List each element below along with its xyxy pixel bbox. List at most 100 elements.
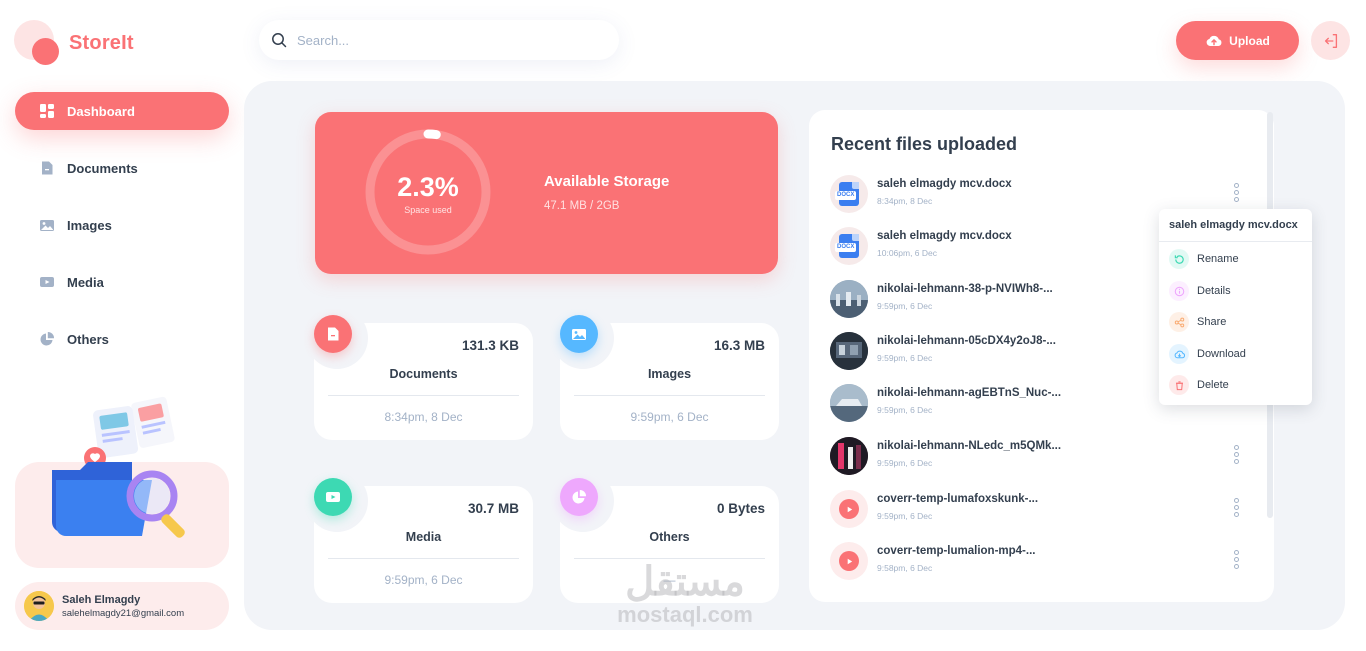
file-date: 9:58pm, 6 Dec — [877, 563, 933, 573]
menu-item-rename[interactable]: Rename — [1169, 247, 1302, 271]
pie-icon — [40, 331, 55, 346]
storage-separator: / — [590, 200, 594, 212]
file-context-menu: saleh elmagdy mcv.docx Rename Details Sh… — [1159, 209, 1312, 405]
storage-percent: 2.3% — [397, 172, 459, 202]
menu-item-download[interactable]: Download — [1169, 342, 1302, 366]
storage-used: 47.1 MB — [544, 200, 587, 212]
video-file-icon — [830, 542, 868, 580]
user-profile[interactable]: Saleh Elmagdy salehelmagdy21@gmail.com — [15, 582, 229, 630]
file-date: 8:34pm, 8 Dec — [877, 196, 933, 206]
card-size: 30.7 MB — [467, 501, 519, 516]
share-icon — [1169, 312, 1189, 332]
file-date: 10:06pm, 6 Dec — [877, 248, 938, 258]
image-thumbnail — [830, 384, 868, 422]
image-thumbnail — [830, 437, 868, 475]
sidebar-item-label: Documents — [67, 160, 138, 176]
storage-title: Available Storage — [544, 173, 670, 190]
summary-card-images[interactable]: 16.3 MB Images 9:59pm, 6 Dec — [552, 307, 779, 440]
logo-text: StoreIt — [69, 31, 134, 54]
file-name: coverr-temp-lumafoxskunk-... — [877, 493, 1039, 505]
search-input[interactable] — [297, 32, 587, 48]
upload-label: Upload — [1229, 33, 1270, 48]
card-date: 9:59pm, 6 Dec — [630, 410, 709, 424]
storage-usage: 47.1 MB / 2GB — [544, 200, 619, 212]
search-bar[interactable] — [259, 20, 619, 60]
video-icon — [40, 277, 54, 287]
file-name: saleh elmagdy mcv.docx — [877, 230, 1012, 242]
documents-icon — [42, 161, 53, 175]
logout-button[interactable] — [1311, 21, 1350, 60]
folder-illustration — [52, 396, 185, 538]
sidebar-item-label: Images — [67, 217, 112, 233]
more-options-icon[interactable] — [1230, 496, 1242, 522]
menu-item-label: Rename — [1197, 253, 1239, 265]
card-date: 9:59pm, 6 Dec — [384, 573, 463, 587]
sidebar-item-label: Media — [67, 274, 104, 290]
pie-icon — [560, 478, 598, 516]
list-item[interactable]: nikolai-lehmann-NLedc_m5QMk... 9:59pm, 6… — [830, 437, 1250, 477]
logo-mark-icon — [14, 20, 60, 66]
summary-card-documents[interactable]: 131.3 KB Documents 8:34pm, 8 Dec — [306, 307, 533, 440]
user-email: salehelmagdy21@gmail.com — [62, 607, 185, 619]
cloud-upload-icon — [1206, 35, 1222, 46]
storage-total: 2GB — [596, 200, 620, 212]
menu-item-label: Delete — [1197, 379, 1229, 391]
watermark-arabic: مستقل — [625, 560, 745, 604]
menu-item-label: Details — [1197, 285, 1231, 297]
menu-item-delete[interactable]: Delete — [1169, 373, 1302, 397]
file-name: saleh elmagdy mcv.docx — [877, 178, 1012, 190]
sidebar-item-media[interactable]: Media — [15, 263, 229, 301]
sidebar-item-label: Dashboard — [67, 103, 135, 119]
menu-item-share[interactable]: Share — [1169, 310, 1302, 334]
sidebar-item-label: Others — [67, 331, 109, 347]
file-icon — [314, 315, 352, 353]
context-menu-title: saleh elmagdy mcv.docx — [1169, 219, 1298, 231]
storage-card: 2.3% Space used Available Storage 47.1 M… — [315, 112, 778, 274]
file-date: 9:59pm, 6 Dec — [877, 301, 933, 311]
file-date: 9:59pm, 6 Dec — [877, 353, 933, 363]
file-date: 9:59pm, 6 Dec — [877, 405, 933, 415]
file-date: 9:59pm, 6 Dec — [877, 458, 933, 468]
list-item[interactable]: coverr-temp-lumafoxskunk-... 9:59pm, 6 D… — [830, 490, 1250, 530]
dashboard-icon — [40, 104, 54, 118]
file-date: 9:59pm, 6 Dec — [877, 511, 933, 521]
info-icon — [1169, 281, 1189, 301]
file-name: nikolai-lehmann-38-p-NVIWh8-... — [877, 283, 1053, 295]
file-name: nikolai-lehmann-NLedc_m5QMk... — [877, 440, 1062, 452]
video-file-icon — [830, 490, 868, 528]
image-icon — [560, 315, 598, 353]
menu-item-details[interactable]: Details — [1169, 279, 1302, 303]
sidebar-item-dashboard[interactable]: Dashboard — [15, 92, 229, 130]
card-title: Others — [649, 530, 690, 544]
user-name: Saleh Elmagdy — [62, 593, 141, 606]
logo[interactable]: StoreIt — [14, 20, 174, 66]
sidebar-item-others[interactable]: Others — [15, 320, 229, 358]
file-name: nikolai-lehmann-agEBTnS_Nuc-... — [877, 387, 1062, 399]
storage-caption: Space used — [404, 205, 452, 215]
rename-icon — [1169, 249, 1189, 269]
menu-item-label: Share — [1197, 316, 1227, 328]
upload-button[interactable]: Upload — [1176, 21, 1299, 60]
watermark: مستقل mostaql.com — [600, 560, 770, 626]
video-icon — [314, 478, 352, 516]
sidebar-item-documents[interactable]: Documents — [15, 149, 229, 187]
card-title: Documents — [389, 367, 458, 381]
more-options-icon[interactable] — [1230, 181, 1242, 207]
list-item[interactable]: coverr-temp-lumalion-mp4-... 9:58pm, 6 D… — [830, 542, 1250, 582]
avatar — [24, 591, 54, 621]
logout-icon — [1324, 33, 1337, 48]
menu-item-label: Download — [1197, 348, 1246, 360]
recent-files-title: Recent files uploaded — [831, 134, 1018, 154]
summary-card-media[interactable]: 30.7 MB Media 9:59pm, 6 Dec — [306, 470, 533, 603]
card-title: Images — [647, 367, 692, 381]
search-icon — [272, 33, 287, 48]
more-options-icon[interactable] — [1230, 443, 1242, 469]
card-size: 0 Bytes — [716, 501, 765, 516]
image-thumbnail — [830, 280, 868, 318]
image-thumbnail — [830, 332, 868, 370]
docx-file-icon: DOCX — [830, 175, 868, 213]
sidebar-item-images[interactable]: Images — [15, 206, 229, 244]
more-options-icon[interactable] — [1230, 548, 1242, 574]
card-date: 8:34pm, 8 Dec — [384, 410, 463, 424]
download-icon — [1169, 344, 1189, 364]
